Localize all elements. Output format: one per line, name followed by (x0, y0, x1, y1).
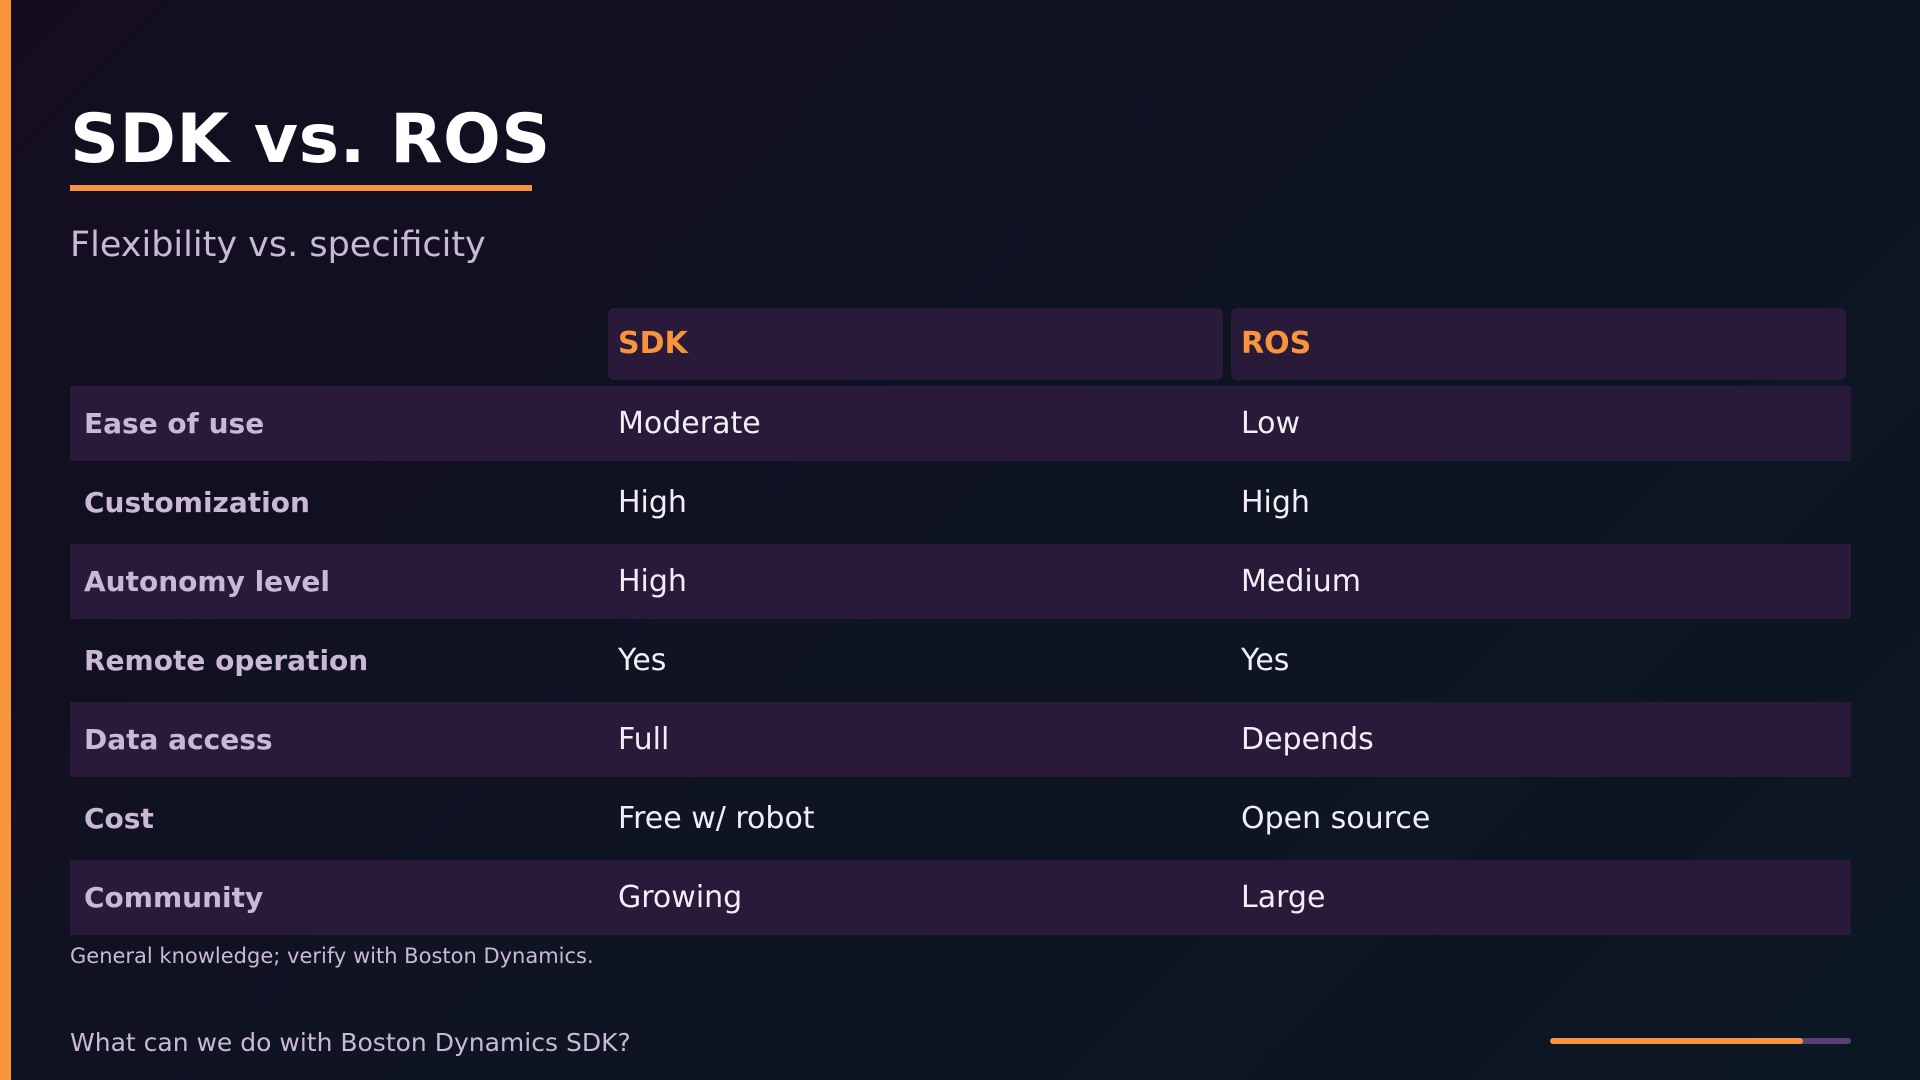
ros-value: Depends (1241, 722, 1374, 757)
footer-text: What can we do with Boston Dynamics SDK? (70, 1028, 631, 1057)
sdk-value: Growing (618, 880, 743, 915)
row-label: Autonomy level (84, 565, 330, 598)
table-row: Community Growing Large (70, 860, 1851, 935)
table-row: Ease of use Moderate Low (70, 386, 1851, 461)
table-row: Cost Free w/ robot Open source (70, 781, 1851, 856)
table-header-row: SDK ROS (70, 308, 1851, 382)
slide-title: SDK vs. ROS (70, 100, 551, 179)
row-label: Ease of use (84, 407, 265, 440)
ros-value: Open source (1241, 801, 1431, 836)
column-header-ros: ROS (1231, 308, 1846, 380)
ros-value: Yes (1241, 643, 1290, 678)
sdk-value: Full (618, 722, 670, 757)
sdk-value: Free w/ robot (618, 801, 815, 836)
table-row: Autonomy level High Medium (70, 544, 1851, 619)
sdk-value: Yes (618, 643, 667, 678)
column-header-sdk: SDK (608, 308, 1223, 380)
source-note: General knowledge; verify with Boston Dy… (70, 944, 594, 968)
table-row: Data access Full Depends (70, 702, 1851, 777)
slide-progress-bar (1550, 1038, 1851, 1044)
sdk-value: High (618, 564, 687, 599)
ros-value: Medium (1241, 564, 1361, 599)
comparison-table: SDK ROS Ease of use Moderate Low Customi… (70, 308, 1851, 935)
row-label: Community (84, 881, 264, 914)
title-underline (70, 185, 532, 191)
ros-value: Large (1241, 880, 1326, 915)
row-label: Customization (84, 486, 310, 519)
ros-value: High (1241, 485, 1310, 520)
slide-subtitle: Flexibility vs. specificity (70, 225, 486, 265)
slide-progress-fill (1550, 1038, 1803, 1044)
row-label: Data access (84, 723, 273, 756)
left-accent-bar (0, 0, 11, 1080)
table-row: Customization High High (70, 465, 1851, 540)
sdk-value: Moderate (618, 406, 761, 441)
table-row: Remote operation Yes Yes (70, 623, 1851, 698)
sdk-value: High (618, 485, 687, 520)
ros-value: Low (1241, 406, 1301, 441)
row-label: Cost (84, 802, 154, 835)
row-label: Remote operation (84, 644, 369, 677)
